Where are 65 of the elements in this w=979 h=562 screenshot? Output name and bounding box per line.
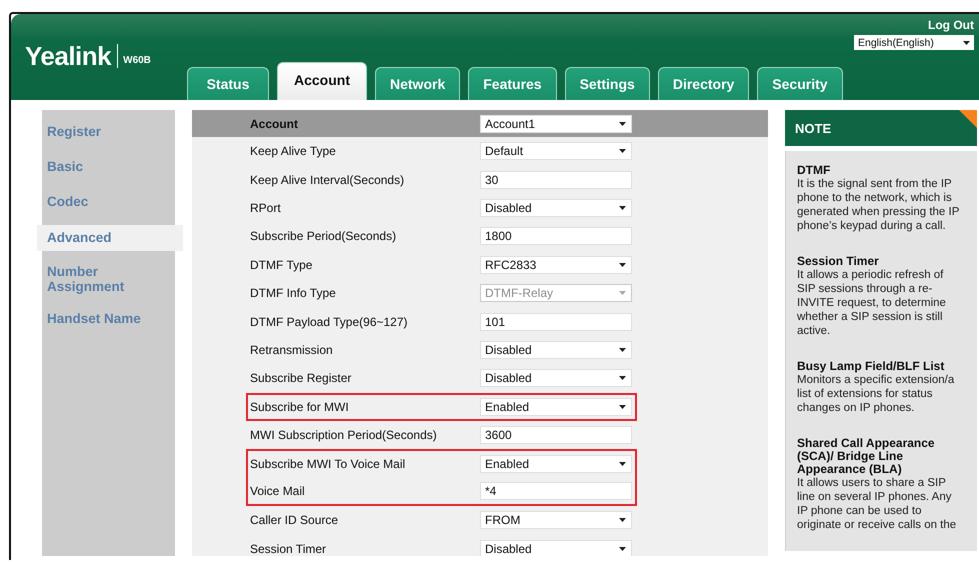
caret-icon xyxy=(619,518,626,522)
caret-icon xyxy=(619,462,626,466)
input-field[interactable]: 30 xyxy=(480,170,632,189)
logout-link[interactable]: Log Out xyxy=(928,18,974,32)
field-label: Voice Mail xyxy=(250,484,306,498)
field-label: DTMF Type xyxy=(250,258,314,272)
corner-fold-icon xyxy=(959,110,977,128)
field-label: RPort xyxy=(250,200,282,215)
field-label: Retransmission xyxy=(250,342,334,357)
field-label: Subscribe for MWI xyxy=(250,400,350,414)
input-field[interactable]: 3600 xyxy=(480,426,632,444)
dropdown[interactable]: Account1 xyxy=(480,114,632,132)
note-heading: Busy Lamp Field/BLF List xyxy=(797,360,946,373)
tab[interactable]: Network xyxy=(375,67,460,100)
dropdown[interactable]: Enabled xyxy=(480,455,632,474)
dropdown[interactable]: RFC2833 xyxy=(480,256,632,274)
input-field[interactable]: 1800 xyxy=(480,227,632,246)
note-heading: DTMF xyxy=(797,164,832,177)
field-label: Subscribe Period(Seconds) xyxy=(250,229,398,244)
language-dropdown[interactable]: English(English) xyxy=(854,35,974,50)
dropdown[interactable]: Disabled xyxy=(480,540,632,556)
tab[interactable]: Directory xyxy=(658,67,750,100)
tab[interactable]: Status xyxy=(187,67,269,100)
note-text: It allows users to share a SIP line on several IP phones. Any IP phone can be used to originate or receive calls on the xyxy=(797,476,958,532)
field-label: Subscribe MWI To Voice Mail xyxy=(250,457,406,472)
caret-icon xyxy=(619,291,626,296)
tab[interactable]: Account xyxy=(277,62,367,100)
note-text: It is the signal sent from the IP phone to the network, which is generated when pressing the IP phone’s keypad during a call. xyxy=(797,177,960,233)
model-label: W60B xyxy=(122,54,151,66)
note-text: Monitors a specific extension/a list of extensions for status changes on IP phones. xyxy=(797,373,956,415)
input-field[interactable]: 101 xyxy=(480,312,632,331)
note-heading: Shared Call Appearance (SCA)/ Bridge Line Appearance (BLA) xyxy=(797,437,936,476)
caret-icon xyxy=(619,122,626,126)
tab[interactable]: Features xyxy=(468,67,557,100)
field-label: Caller ID Source xyxy=(250,513,340,528)
field-label: Subscribe Register xyxy=(250,371,352,386)
section-title: Account xyxy=(250,116,299,130)
caret-icon xyxy=(619,546,626,551)
dropdown[interactable]: Default xyxy=(480,142,632,160)
caret-icon xyxy=(619,262,626,267)
caret-icon xyxy=(619,376,626,380)
tab[interactable]: Settings xyxy=(564,67,650,100)
field-label: DTMF Info Type xyxy=(250,286,337,300)
caret-icon xyxy=(963,40,970,44)
note-text: It allows a periodic refresh of SIP sessions through a re-INVITE request, to determine whether a SIP session is still active. xyxy=(797,268,947,338)
tab[interactable]: Security xyxy=(757,67,843,100)
caret-icon xyxy=(619,206,626,210)
field-label: MWI Subscription Period(Seconds) xyxy=(250,428,438,442)
dropdown[interactable]: Disabled xyxy=(480,340,632,359)
note-heading: Session Timer xyxy=(797,255,880,268)
logo: Yealink xyxy=(25,44,118,68)
field-label: Keep Alive Type xyxy=(250,144,337,158)
caret-icon xyxy=(619,404,626,409)
dropdown[interactable]: Enabled xyxy=(480,398,632,416)
note-title: NOTE xyxy=(795,120,832,136)
sidebar-item[interactable]: Advanced xyxy=(37,225,183,251)
field-label: Session Timer xyxy=(250,542,328,556)
dropdown[interactable]: Disabled xyxy=(480,369,632,388)
dropdown[interactable]: FROM xyxy=(480,511,632,530)
caret-icon xyxy=(619,149,626,154)
input-field[interactable]: *4 xyxy=(480,482,632,500)
field-label: DTMF Payload Type(96~127) xyxy=(250,314,409,329)
dropdown[interactable]: Disabled xyxy=(480,198,632,217)
field-label: Keep Alive Interval(Seconds) xyxy=(250,172,406,187)
caret-icon xyxy=(619,348,626,352)
